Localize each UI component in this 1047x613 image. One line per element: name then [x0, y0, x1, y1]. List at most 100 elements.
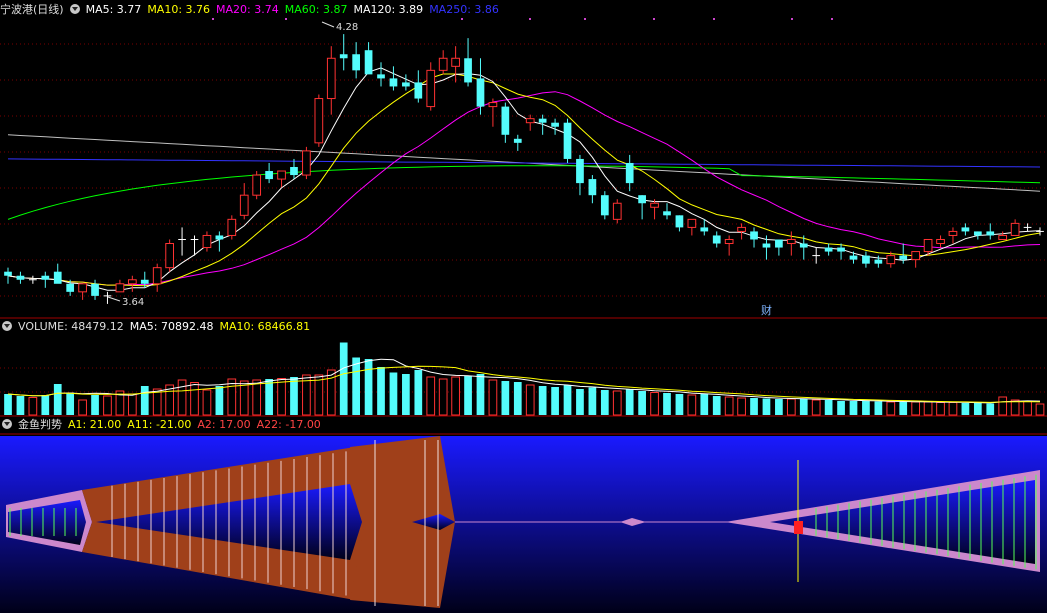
candle-body-down	[762, 243, 771, 248]
candle-body-up	[948, 230, 958, 236]
candle-body-down	[389, 78, 398, 87]
candle-body-up	[886, 255, 896, 265]
volume-bar-up	[103, 395, 112, 416]
volume-bar-up	[811, 399, 821, 416]
volume-bar-down	[414, 370, 423, 415]
financial-report-badge[interactable]: 财	[761, 303, 772, 317]
candle-body-up	[78, 283, 87, 293]
chart-canvas[interactable]: 4.28 3.64 财	[0, 0, 1047, 613]
candle-body-down	[265, 171, 273, 180]
volume-bar-up	[426, 376, 436, 416]
volume-bar-down	[824, 400, 833, 415]
candle-body-down	[625, 162, 634, 184]
indicator-legend-item-0: A1: 21.00	[68, 418, 122, 431]
candle-body-down	[663, 211, 671, 216]
volume-bar-down	[501, 381, 510, 415]
candle-body-up	[998, 234, 1008, 240]
volume-bar-down	[973, 403, 982, 415]
candle-body-down	[874, 259, 883, 264]
volume-bar-down	[352, 357, 360, 415]
volume-bar-up	[451, 376, 460, 416]
candle-body-up	[115, 283, 125, 293]
volume-bar-down	[563, 385, 572, 415]
candle-body-up	[923, 238, 933, 253]
volume-bar-up	[177, 379, 187, 416]
volume-ma5-line	[7, 358, 1041, 404]
event-marker-dot	[653, 18, 655, 20]
volume-bar-down	[638, 391, 646, 415]
volume-panel-header: VOLUME: 48479.12 MA5: 70892.48 MA10: 68466…	[0, 318, 322, 336]
volume-bar-down	[750, 398, 758, 415]
candle-body-down	[961, 227, 970, 232]
volume-legend-item-2: MA10: 68466.81	[219, 320, 311, 333]
stock-chart-window[interactable]: 4.28 3.64 财 宁波港(日线) MA5: 3.77 MA10: 3.76 MA…	[0, 0, 1047, 613]
chevron-down-icon[interactable]	[69, 4, 80, 14]
high-price-label: 4.28	[336, 22, 358, 33]
ma-legend-item-5: MA250: 3.86	[429, 3, 499, 16]
candle-body-down	[41, 275, 50, 280]
volume-bar-up	[239, 380, 249, 416]
volume-bar-up	[612, 390, 622, 416]
volume-bar-up	[127, 393, 137, 416]
candle-body-down	[849, 255, 858, 260]
event-marker-dot	[791, 18, 793, 20]
candle-body-down	[862, 255, 870, 264]
volume-bar-down	[53, 384, 62, 415]
ma60-line	[7, 165, 1041, 220]
volume-bar-down	[712, 396, 721, 415]
volume-bar-down	[675, 394, 684, 415]
volume-bar-up	[998, 396, 1008, 416]
volume-bar-up	[277, 378, 286, 416]
indicator-legend-item-3: A22: -17.00	[256, 418, 321, 431]
candle-body-up	[239, 194, 249, 216]
indicator-name[interactable]: 金鱼判势	[18, 418, 62, 431]
candlestick-series[interactable]	[4, 34, 1044, 304]
candle-body-down	[638, 195, 646, 204]
volume-bar-down	[389, 372, 398, 415]
candle-body-up	[438, 57, 448, 71]
candle-body-up	[165, 243, 174, 269]
event-marker-dot	[713, 18, 715, 20]
volume-bar-up	[1023, 400, 1032, 416]
volume-bar-up	[886, 401, 896, 416]
volume-bar-down	[290, 377, 298, 415]
candle-body-up	[152, 267, 162, 285]
candle-body-down	[563, 122, 572, 159]
candle-body-down	[712, 235, 721, 244]
volume-bar-down	[663, 393, 671, 415]
volume-bar-down	[849, 401, 858, 415]
volume-bar-up	[786, 398, 796, 416]
candle-body-down	[700, 227, 709, 232]
volume-bar-down	[16, 396, 25, 415]
candle-body-down	[588, 179, 597, 196]
volume-bar-up	[948, 402, 958, 416]
candle-body-up	[302, 150, 311, 176]
volume-bar-down	[41, 395, 50, 415]
volume-bar-up	[724, 396, 734, 416]
candle-body-down	[501, 106, 510, 135]
candle-body-down	[377, 74, 385, 79]
volume-bars[interactable]	[4, 342, 1045, 416]
candle-body-up	[326, 57, 336, 100]
candle-body-down	[66, 283, 75, 292]
volume-legend-item-1: MA5: 70892.48	[129, 320, 214, 333]
ma-legend-item-3: MA60: 3.87	[284, 3, 348, 16]
candle-body-down	[91, 283, 99, 296]
candle-body-up	[525, 118, 535, 124]
candle-body-up	[687, 218, 697, 228]
chevron-down-icon[interactable]	[2, 321, 12, 331]
candle-body-up	[314, 98, 324, 144]
candle-body-down	[16, 275, 25, 280]
stock-title[interactable]: 宁波港(日线)	[0, 3, 64, 16]
volume-legend-item-0: VOLUME: 48479.12	[18, 320, 124, 333]
candle-body-down	[986, 231, 995, 236]
candle-body-up	[936, 238, 945, 245]
volume-legend: VOLUME: 48479.12 MA5: 70892.48 MA10: 68466…	[18, 320, 316, 333]
volume-bar-down	[600, 390, 609, 415]
volume-bar-down	[364, 359, 373, 415]
moving-average-lines	[7, 67, 1041, 291]
volume-bar-down	[265, 379, 273, 415]
chevron-down-icon[interactable]	[2, 419, 12, 429]
volume-bar-down	[377, 367, 385, 415]
volume-bar-up	[252, 379, 262, 416]
